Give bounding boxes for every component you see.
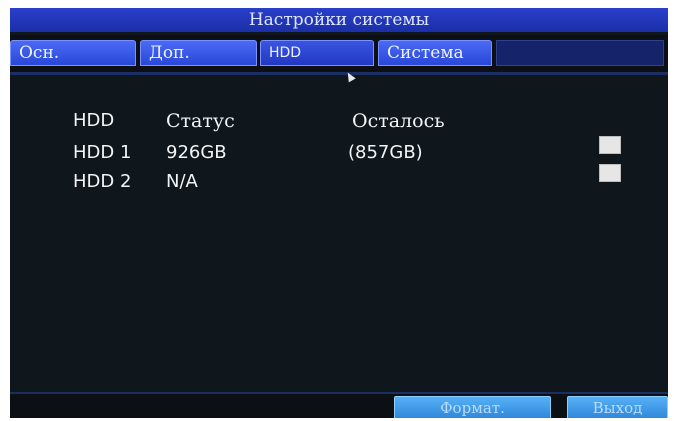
exit-button[interactable]: Выход [567,396,668,418]
window-title-text: Настройки системы [248,10,430,30]
column-header-hdd: HDD [73,110,115,131]
column-header-status: Статус [166,110,235,132]
format-button[interactable]: Формат. [394,396,551,418]
hdd-1-select-checkbox[interactable] [599,136,621,154]
column-header-remaining: Осталось [352,110,445,132]
tab-basic[interactable]: Осн. [10,40,136,66]
hdd-1-status: 926GB [166,142,227,163]
hdd-2-status: N/A [166,171,198,192]
hdd-2-name: HDD 2 [73,171,132,192]
dvr-screen: Настройки системы Осн. Доп. HDD Система … [10,8,668,418]
tab-bar-filler [496,40,664,66]
tab-hdd[interactable]: HDD [260,40,374,66]
hdd-1-name: HDD 1 [73,142,132,163]
hdd-2-select-checkbox[interactable] [599,164,621,182]
hdd-1-remaining: (857GB) [348,142,423,163]
window-title: Настройки системы [10,8,668,32]
tab-advanced[interactable]: Доп. [140,40,257,66]
tab-bar: Осн. Доп. HDD Система [10,35,668,75]
tab-system[interactable]: Система [378,40,492,66]
